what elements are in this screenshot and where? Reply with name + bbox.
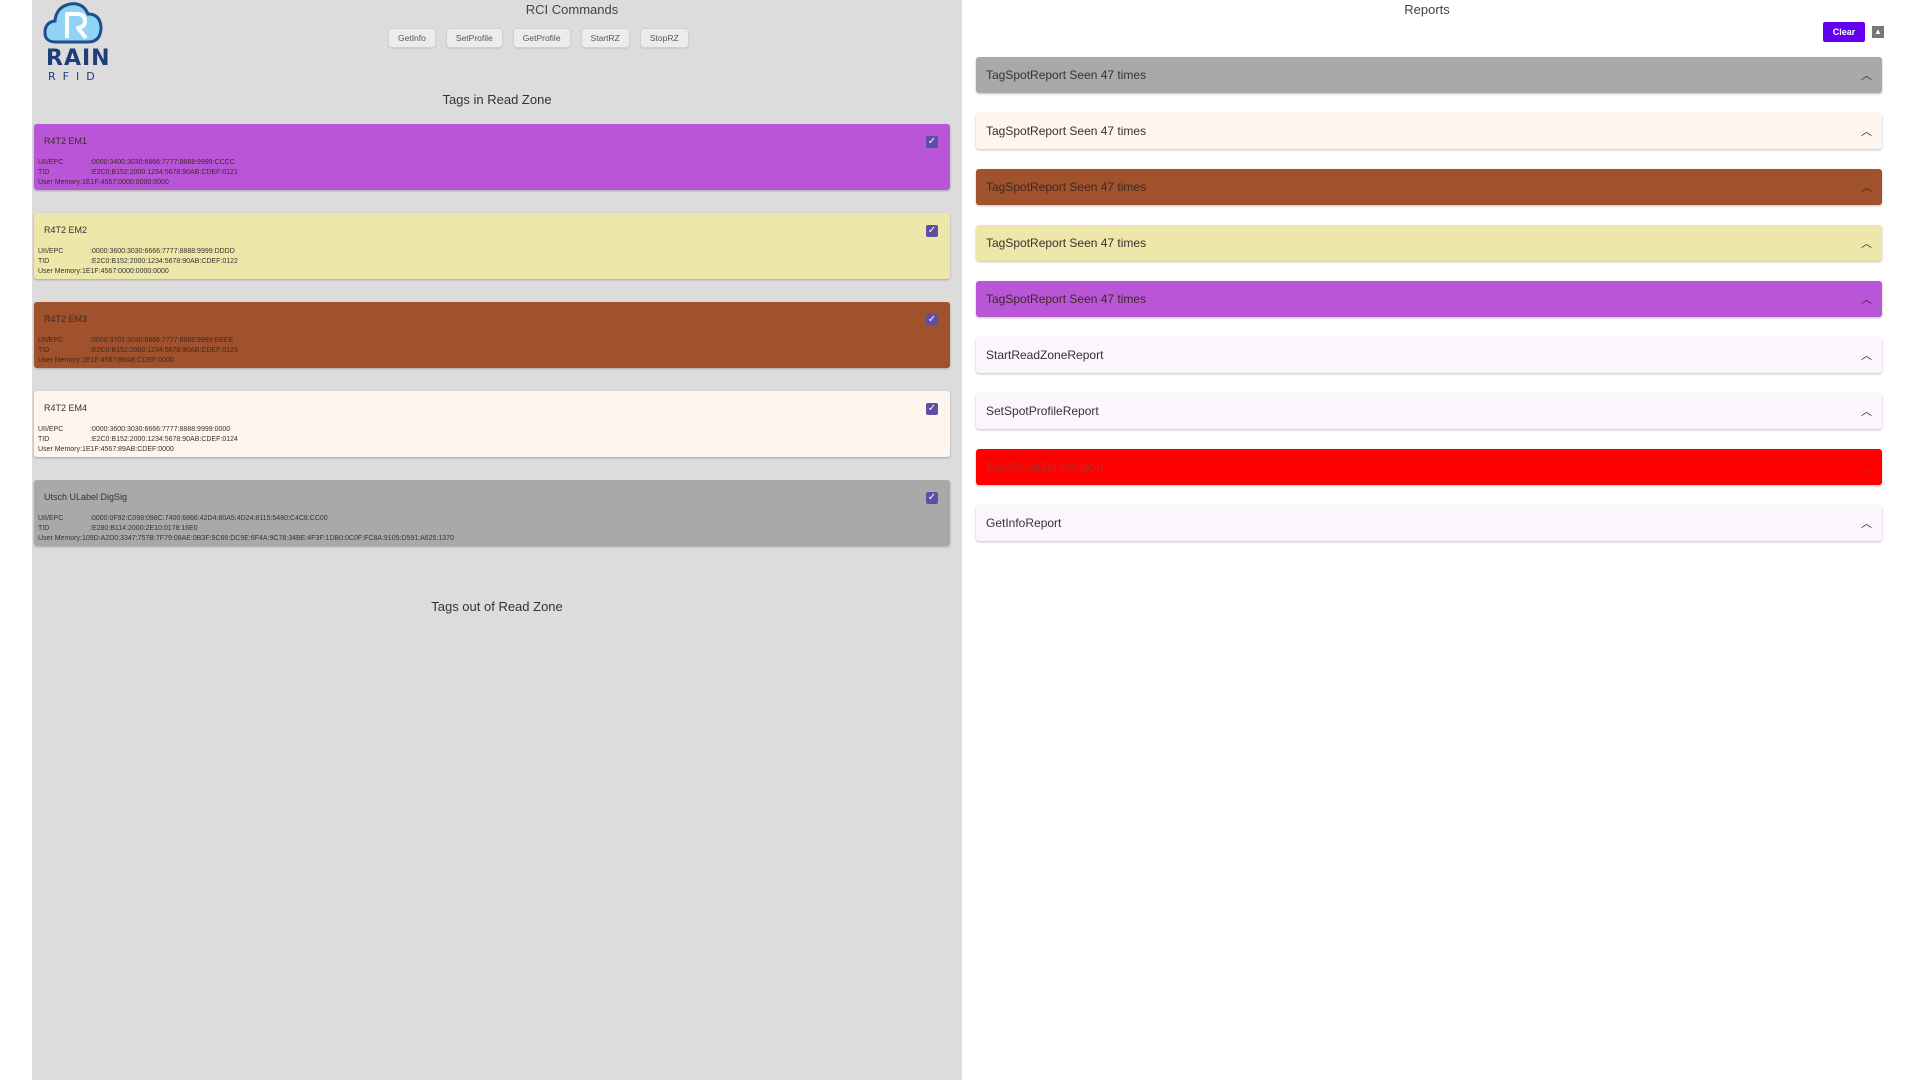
report-item[interactable]: GetInfoReport ︿: [976, 505, 1882, 541]
tag-checkbox[interactable]: ✓: [926, 225, 938, 237]
epc-value: :0000:3701:3030:6666:7777:8888:9999:EEEE: [90, 337, 234, 344]
tid-label: TID: [38, 258, 50, 265]
tag-name: R4T2 EM3: [44, 314, 88, 324]
startrz-button[interactable]: StartRZ: [580, 28, 630, 48]
tag-details: UII/EPC :0000:3600:3030:6666:7777:8888:99…: [38, 425, 238, 455]
report-item[interactable]: StartReadZoneReport ︿: [976, 337, 1882, 373]
tid-value: :E2C0:B152:2000:1234:5678:90AB:CDEF:0124: [90, 436, 238, 443]
tid-label: TID: [38, 436, 50, 443]
user-memory-value: :1E1F:4567:89AB:CDEF:0000: [80, 357, 174, 364]
logo-rfid-text: RFID: [48, 70, 102, 83]
user-memory-label: User Memory: [38, 535, 81, 542]
logo-rain-text: RAIN: [46, 46, 111, 71]
tid-value: :E280:B114:2000:2E10:0178:16E0: [90, 525, 198, 532]
report-label: TagSpotReport Seen 47 times: [986, 180, 1147, 194]
tag-card[interactable]: Utsch ULabel DigSig ✓ UII/EPC :0000:0F92:…: [34, 480, 950, 546]
rain-rfid-logo: RAIN RFID: [36, 0, 136, 86]
tags-out-of-read-zone-title: Tags out of Read Zone: [431, 599, 563, 614]
user-memory-label: User Memory: [38, 357, 81, 364]
chevron-up-icon[interactable]: ︿: [1861, 515, 1872, 531]
tag-card[interactable]: R4T2 EM4 ✓ UII/EPC :0000:3600:3030:6666:7…: [34, 391, 950, 457]
chevron-up-icon[interactable]: ︿: [1861, 291, 1872, 307]
chevron-up-icon[interactable]: ︿: [1861, 235, 1872, 251]
report-label: StartReadZoneReport: [986, 460, 1104, 474]
stoprz-button[interactable]: StopRZ: [639, 28, 689, 48]
cloud-logo-icon: [43, 2, 103, 44]
tag-details: UII/EPC :0000:3701:3030:6666:7777:8888:99…: [38, 336, 238, 366]
tag-checkbox[interactable]: ✓: [926, 136, 938, 148]
tid-value: :E2C0:B152:2000:1234:5678:90AB:CDEF:0122: [90, 258, 238, 265]
getinfo-button[interactable]: GetInfo: [388, 28, 436, 48]
epc-value: :0000:3600:3030:6666:7777:8888:9999:0000: [90, 426, 231, 433]
tag-name: Utsch ULabel DigSig: [44, 492, 128, 502]
tag-checkbox[interactable]: ✓: [926, 314, 938, 326]
tag-name: R4T2 EM2: [44, 225, 88, 235]
report-item[interactable]: TagSpotReport Seen 47 times ︿: [976, 225, 1882, 261]
tags-panel: RAIN RFID RCI Commands GetInfo SetProfil…: [32, 0, 962, 1080]
tag-checkbox[interactable]: ✓: [926, 492, 938, 504]
chevron-up-icon[interactable]: ︿: [1861, 403, 1872, 419]
report-item[interactable]: SetSpotProfileReport ︿: [976, 393, 1882, 429]
tag-card[interactable]: R4T2 EM1 ✓ UII/EPC :0000:3400:3030:6666:7…: [34, 124, 950, 190]
epc-label: UII/EPC: [38, 426, 64, 433]
reports-panel: Reports Clear ▲ TagSpotReport Seen 47 ti…: [962, 0, 1920, 1080]
tid-label: TID: [38, 169, 50, 176]
report-label: TagSpotReport Seen 47 times: [986, 236, 1147, 250]
report-label: GetInfoReport: [986, 516, 1062, 530]
report-item[interactable]: StartReadZoneReport ︿: [976, 449, 1882, 485]
report-item[interactable]: TagSpotReport Seen 47 times ︿: [976, 281, 1882, 317]
epc-value: :0000:0F92:C098:098C:7400:6866:42D4:80A5…: [90, 515, 328, 522]
tag-details: UII/EPC :0000:0F92:C098:098C:7400:6866:42…: [38, 514, 454, 544]
tid-label: TID: [38, 347, 50, 354]
tag-details: UII/EPC :0000:3400:3030:6666:7777:8888:99…: [38, 158, 238, 188]
setprofile-button[interactable]: SetProfile: [445, 28, 503, 48]
chevron-up-icon[interactable]: ︿: [1861, 179, 1872, 195]
epc-value: :0000:3600:3030:6666:7777:8888:9999:DDDD: [90, 248, 235, 255]
chevron-up-icon[interactable]: ︿: [1861, 123, 1872, 139]
tags-in-read-zone-title: Tags in Read Zone: [442, 92, 552, 107]
user-memory-value: :1E1F:4567:0000:0000:0000: [80, 268, 169, 275]
chevron-up-icon[interactable]: ︿: [1861, 67, 1872, 83]
user-memory-label: User Memory: [38, 179, 81, 186]
tag-details: UII/EPC :0000:3600:3030:6666:7777:8888:99…: [38, 247, 238, 277]
chevron-up-icon[interactable]: ︿: [1861, 459, 1872, 475]
report-label: TagSpotReport Seen 47 times: [986, 124, 1147, 138]
tag-name: R4T2 EM4: [44, 403, 88, 413]
user-memory-value: :1E1F:4567:89AB:CDEF:0000: [80, 446, 174, 453]
tag-card[interactable]: R4T2 EM2 ✓ UII/EPC :0000:3600:3030:6666:7…: [34, 213, 950, 279]
user-memory-label: User Memory: [38, 446, 81, 453]
epc-label: UII/EPC: [38, 515, 64, 522]
clear-button[interactable]: Clear: [1823, 22, 1865, 42]
report-item[interactable]: TagSpotReport Seen 47 times ︿: [976, 57, 1882, 93]
tid-label: TID: [38, 525, 50, 532]
user-memory-label: User Memory: [38, 268, 81, 275]
epc-value: :0000:3400:3030:6666:7777:8888:9999:CCCC: [90, 159, 235, 166]
report-item[interactable]: TagSpotReport Seen 47 times ︿: [976, 113, 1882, 149]
report-label: SetSpotProfileReport: [986, 404, 1099, 418]
report-label: TagSpotReport Seen 47 times: [986, 68, 1147, 82]
reports-title: Reports: [1404, 2, 1450, 17]
getprofile-button[interactable]: GetProfile: [512, 28, 571, 48]
chevron-up-icon[interactable]: ︿: [1861, 347, 1872, 363]
tag-card[interactable]: R4T2 EM3 ✓ UII/EPC :0000:3701:3030:6666:7…: [34, 302, 950, 368]
tag-name: R4T2 EM1: [44, 136, 88, 146]
collapse-all-icon[interactable]: ▲: [1872, 26, 1884, 38]
tid-value: :E2C0:B152:2000:1234:5678:90AB:CDEF:0121: [90, 169, 238, 176]
report-item[interactable]: TagSpotReport Seen 47 times ︿: [976, 169, 1882, 205]
rci-commands-title: RCI Commands: [525, 2, 619, 17]
command-button-row: GetInfo SetProfile GetProfile StartRZ St…: [388, 28, 689, 48]
epc-label: UII/EPC: [38, 337, 64, 344]
tag-checkbox[interactable]: ✓: [926, 403, 938, 415]
report-label: StartReadZoneReport: [986, 348, 1104, 362]
epc-label: UII/EPC: [38, 248, 64, 255]
epc-label: UII/EPC: [38, 159, 64, 166]
user-memory-value: :1E1F:4567:0000:0000:0000: [80, 179, 169, 186]
user-memory-value: :109D:A2D0:3347:757B:7F79:08AE:0B3F:9C66…: [80, 535, 454, 542]
report-label: TagSpotReport Seen 47 times: [986, 292, 1147, 306]
tid-value: :E2C0:B152:2000:1234:5678:90AB:CDEF:0123: [90, 347, 238, 354]
